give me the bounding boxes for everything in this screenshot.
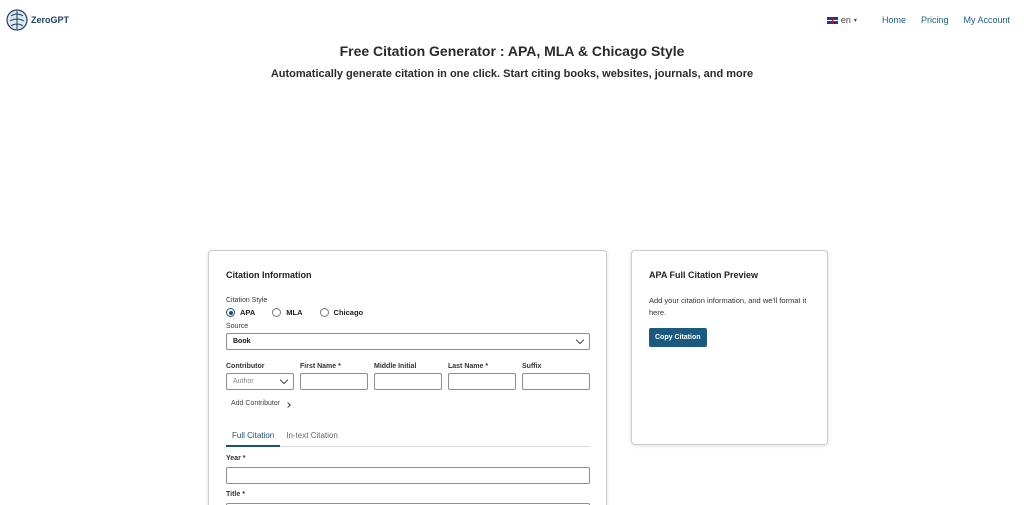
source-label: Source xyxy=(226,323,249,330)
citation-info-card: Citation Information Citation Style APA … xyxy=(208,250,607,505)
nav-home[interactable]: Home xyxy=(882,15,906,25)
radio-unselected-icon xyxy=(272,308,282,317)
page-title: Free Citation Generator : APA, MLA & Chi… xyxy=(339,43,685,59)
first-name-input[interactable] xyxy=(300,373,368,390)
uk-flag-icon xyxy=(826,16,838,24)
citation-style-radios: APA MLA Chicago xyxy=(226,308,380,317)
preview-title: APA Full Citation Preview xyxy=(649,270,759,280)
middle-initial-input[interactable] xyxy=(374,373,442,390)
source-value: Book xyxy=(233,338,251,345)
suffix-label: Suffix xyxy=(522,363,542,370)
contributor-label: Contributor xyxy=(226,363,265,370)
year-label: Year * xyxy=(226,455,246,462)
citation-tabs: Full Citation In-text Citation xyxy=(226,429,590,447)
radio-chicago-label: Chicago xyxy=(333,308,364,317)
radio-apa[interactable]: APA xyxy=(226,308,255,317)
radio-selected-icon xyxy=(226,308,235,317)
middle-initial-label: Middle Initial xyxy=(374,363,417,370)
copy-citation-button[interactable]: Copy Citation xyxy=(649,328,707,347)
radio-unselected-icon xyxy=(319,308,329,317)
preview-text: Add your citation information, and we'll… xyxy=(649,296,807,317)
language-code: en xyxy=(840,15,851,25)
add-contributor-button[interactable]: Add Contributor xyxy=(231,400,291,408)
logo[interactable]: ZeroGPT xyxy=(6,6,69,34)
language-selector[interactable]: en ▾ xyxy=(826,15,857,25)
top-nav: en ▾ Home Pricing My Account xyxy=(826,15,1010,25)
add-contributor-label: Add Contributor xyxy=(231,400,281,407)
citation-style-label: Citation Style xyxy=(226,297,268,304)
radio-mla[interactable]: MLA xyxy=(272,308,303,317)
logo-text: ZeroGPT xyxy=(31,15,70,25)
page-subtitle: Automatically generate citation in one c… xyxy=(270,68,754,80)
radio-mla-label: MLA xyxy=(286,308,303,317)
suffix-input[interactable] xyxy=(522,373,590,390)
chevron-down-icon xyxy=(279,375,289,385)
tab-full-citation[interactable]: Full Citation xyxy=(226,429,281,447)
title-label: Title * xyxy=(226,491,245,498)
source-select[interactable]: Book xyxy=(226,333,590,350)
nav-pricing[interactable]: Pricing xyxy=(921,15,949,25)
chevron-right-icon xyxy=(285,401,291,408)
chevron-down-icon xyxy=(575,335,585,345)
chevron-down-icon: ▾ xyxy=(853,17,857,24)
tab-in-text-citation[interactable]: In-text Citation xyxy=(280,429,344,447)
radio-chicago[interactable]: Chicago xyxy=(319,308,364,317)
contributor-role-select[interactable]: Author xyxy=(226,373,294,390)
contributor-role-value: Author xyxy=(233,378,254,385)
year-input[interactable] xyxy=(226,467,590,484)
citation-preview-card: APA Full Citation Preview Add your citat… xyxy=(631,250,828,445)
first-name-label: First Name * xyxy=(300,363,341,370)
last-name-label: Last Name * xyxy=(448,363,489,370)
nav-my-account[interactable]: My Account xyxy=(963,15,1010,25)
brain-logo-icon xyxy=(6,9,28,31)
last-name-input[interactable] xyxy=(448,373,516,390)
radio-apa-label: APA xyxy=(240,308,256,317)
citation-info-title: Citation Information xyxy=(226,270,312,280)
